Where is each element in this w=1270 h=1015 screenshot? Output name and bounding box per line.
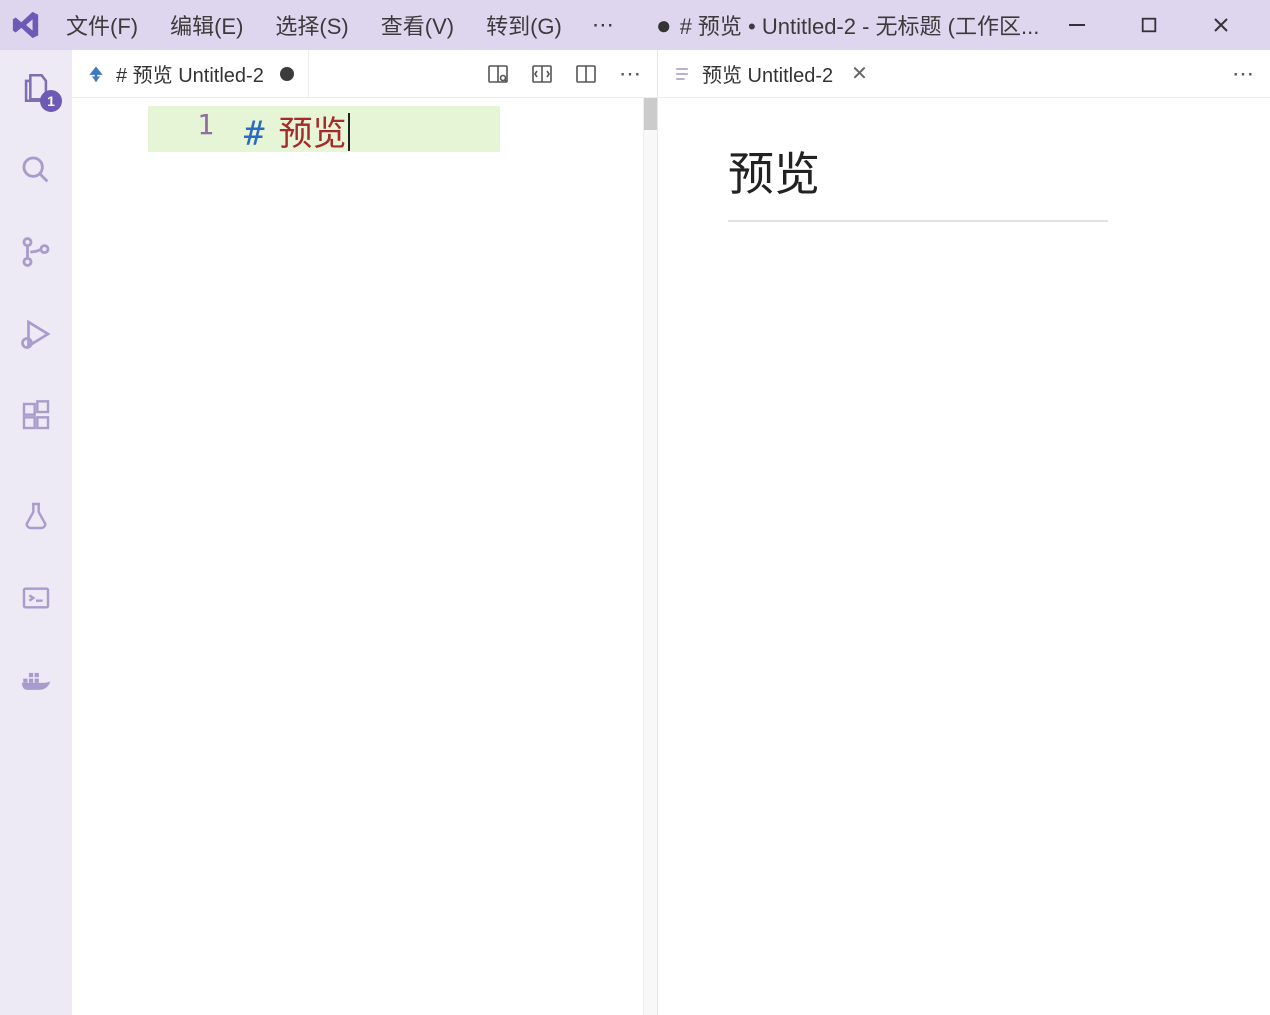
menu-overflow-icon[interactable]: ⋯ bbox=[580, 6, 626, 44]
code-content[interactable]: # 预览 bbox=[244, 98, 643, 1015]
activity-run-debug[interactable] bbox=[16, 314, 56, 354]
activity-docker[interactable] bbox=[16, 660, 56, 700]
title-bar: 文件(F) 编辑(E) 选择(S) 查看(V) 转到(G) ⋯ ● # 预览 •… bbox=[0, 0, 1270, 50]
tab-dirty-indicator-icon bbox=[280, 67, 294, 81]
more-actions-icon[interactable]: ⋯ bbox=[617, 61, 643, 87]
line-gutter: 1 bbox=[72, 98, 244, 1015]
menu-selection[interactable]: 选择(S) bbox=[261, 3, 362, 47]
menu-edit[interactable]: 编辑(E) bbox=[156, 3, 257, 47]
tab-close-icon[interactable]: ✕ bbox=[851, 61, 868, 86]
more-actions-icon[interactable]: ⋯ bbox=[1230, 61, 1256, 87]
markdown-heading-text: 预览 bbox=[264, 106, 346, 155]
tab-bar-right: 预览 Untitled-2 ✕ ⋯ bbox=[658, 50, 1270, 98]
dirty-dot-icon: ● bbox=[656, 20, 672, 30]
tab-actions-left: ⋯ bbox=[471, 50, 657, 97]
menu-go[interactable]: 转到(G) bbox=[472, 3, 576, 47]
menu-bar: 文件(F) 编辑(E) 选择(S) 查看(V) 转到(G) ⋯ bbox=[52, 3, 626, 47]
activity-search[interactable] bbox=[16, 150, 56, 190]
markdown-file-icon bbox=[86, 64, 106, 84]
preview-heading: 预览 bbox=[728, 138, 1108, 222]
tab-bar-left: # 预览 Untitled-2 ⋯ bbox=[72, 50, 657, 98]
tab-label: # 预览 Untitled-2 bbox=[116, 59, 264, 88]
vscode-logo-icon bbox=[0, 10, 52, 40]
open-preview-side-icon[interactable] bbox=[485, 61, 511, 87]
minimap-thumb[interactable] bbox=[644, 98, 657, 130]
editor-area: # 预览 Untitled-2 ⋯ bbox=[72, 50, 1270, 1015]
tab-actions-right: ⋯ bbox=[1216, 50, 1270, 97]
activity-explorer[interactable]: 1 bbox=[16, 68, 56, 108]
diff-icon[interactable] bbox=[529, 61, 555, 87]
minimap[interactable] bbox=[643, 98, 657, 1015]
activity-extensions[interactable] bbox=[16, 396, 56, 436]
editor-body-left[interactable]: 1 # 预览 bbox=[72, 98, 657, 1015]
tab-preview[interactable]: 预览 Untitled-2 ✕ bbox=[658, 50, 882, 97]
split-editor-icon[interactable] bbox=[573, 61, 599, 87]
activity-output[interactable] bbox=[16, 578, 56, 618]
editor-group-left: # 预览 Untitled-2 ⋯ bbox=[72, 50, 658, 1015]
menu-view[interactable]: 查看(V) bbox=[367, 3, 468, 47]
editor-group-right: 预览 Untitled-2 ✕ ⋯ 预览 bbox=[658, 50, 1270, 1015]
window-maximize-button[interactable] bbox=[1136, 12, 1162, 38]
window-minimize-button[interactable] bbox=[1064, 12, 1090, 38]
markdown-hash: # bbox=[244, 114, 264, 154]
activity-source-control[interactable] bbox=[16, 232, 56, 272]
window-title-text: # 预览 • Untitled-2 - 无标题 (工作区... bbox=[680, 9, 1040, 41]
window-close-button[interactable] bbox=[1208, 12, 1234, 38]
window-title: ● # 预览 • Untitled-2 - 无标题 (工作区... bbox=[626, 9, 1044, 41]
explorer-badge: 1 bbox=[40, 90, 62, 112]
tab-label: 预览 Untitled-2 bbox=[702, 59, 833, 88]
line-number: 1 bbox=[72, 108, 214, 141]
activity-testing[interactable] bbox=[16, 496, 56, 536]
tab-markdown-file[interactable]: # 预览 Untitled-2 bbox=[72, 50, 309, 97]
window-controls bbox=[1044, 12, 1262, 38]
markdown-preview[interactable]: 预览 bbox=[658, 98, 1270, 1015]
menu-file[interactable]: 文件(F) bbox=[52, 3, 152, 47]
activity-bar: 1 bbox=[0, 50, 72, 1015]
text-cursor bbox=[348, 113, 350, 151]
preview-file-icon bbox=[672, 64, 692, 84]
